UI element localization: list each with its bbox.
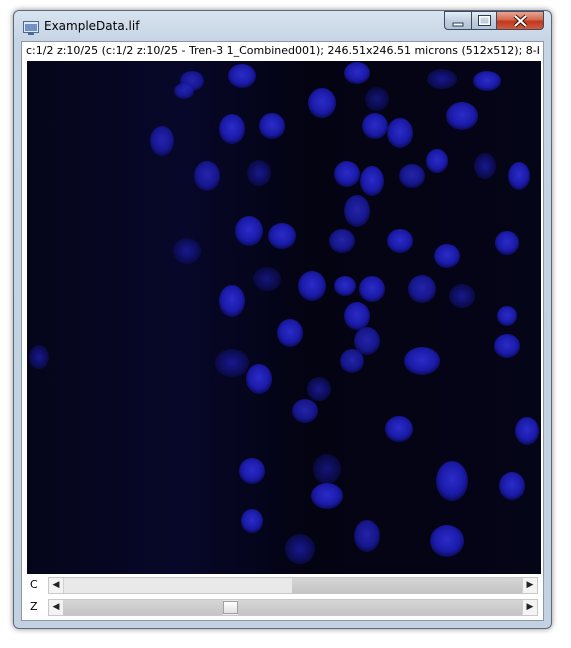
cell-nucleus [430, 525, 464, 557]
cell-nucleus [434, 244, 460, 268]
cell-nucleus [29, 345, 49, 369]
image-info-line: c:1/2 z:10/25 (c:1/2 z:10/25 - Tren-3 1_… [26, 44, 539, 57]
image-canvas[interactable] [27, 61, 541, 574]
cell-nucleus [173, 238, 201, 264]
channel-left-arrow-icon[interactable]: ◀ [49, 578, 64, 593]
cell-nucleus [446, 102, 478, 130]
z-scrollbar-thumb[interactable] [223, 601, 238, 614]
channel-scrollbar[interactable]: ◀ ▶ [48, 577, 538, 594]
channel-slider-row: C ◀ ▶ [22, 576, 545, 596]
cell-nucleus [474, 153, 496, 179]
cell-nucleus [387, 118, 413, 148]
channel-slider-label: C [30, 578, 38, 591]
maximize-icon [478, 15, 491, 26]
cell-nucleus [499, 472, 525, 500]
cell-nucleus [473, 71, 501, 91]
cell-nucleus [344, 195, 370, 227]
cell-nucleus [292, 399, 318, 423]
cell-nucleus [404, 347, 440, 375]
cell-nucleus [308, 88, 336, 118]
cell-nucleus [285, 534, 315, 564]
z-scrollbar[interactable]: ◀ ▶ [48, 599, 538, 616]
cell-nucleus [360, 166, 384, 196]
cell-nucleus [298, 271, 326, 301]
cell-nucleus [235, 216, 263, 246]
z-left-arrow-icon[interactable]: ◀ [49, 600, 64, 615]
cell-nucleus [359, 276, 385, 302]
window-title: ExampleData.lif [44, 19, 140, 33]
image-window: ExampleData.lif c:1/2 z:10/25 (c:1/2 z:1… [13, 10, 552, 629]
z-slider-label: Z [30, 600, 38, 613]
cell-nucleus [427, 69, 457, 89]
cell-nucleus [508, 162, 530, 190]
cell-nucleus [259, 113, 285, 139]
cell-nucleus [239, 458, 265, 484]
z-scrollbar-track-right[interactable] [238, 600, 522, 615]
window-client-area: c:1/2 z:10/25 (c:1/2 z:10/25 - Tren-3 1_… [21, 41, 544, 621]
cell-nucleus [246, 364, 272, 394]
cell-nucleus [215, 349, 249, 377]
cell-nucleus [344, 62, 370, 84]
cell-nucleus [329, 229, 355, 253]
cell-nucleus [241, 509, 263, 533]
cell-nucleus [194, 161, 220, 191]
cell-nucleus [495, 231, 519, 255]
maximize-button[interactable] [471, 11, 497, 30]
cell-nucleus [340, 349, 364, 373]
cell-nucleus [311, 483, 343, 509]
cell-nucleus [247, 160, 271, 186]
channel-scrollbar-track[interactable] [292, 578, 522, 593]
z-slider-row: Z ◀ ▶ [22, 598, 545, 618]
title-bar[interactable]: ExampleData.lif [14, 11, 551, 41]
minimize-button[interactable] [444, 11, 471, 30]
cell-nucleus [362, 113, 388, 139]
cell-nucleus [436, 461, 468, 501]
cell-nucleus [408, 275, 436, 303]
z-scrollbar-track-left[interactable] [63, 600, 223, 615]
cell-nucleus [334, 161, 360, 187]
cell-nucleus [494, 334, 520, 358]
cell-nucleus [174, 83, 194, 99]
cell-nucleus [253, 267, 281, 291]
cell-nucleus [387, 229, 413, 253]
cell-nucleus [313, 454, 341, 484]
cell-nucleus [354, 520, 380, 552]
cell-nucleus [426, 149, 448, 173]
channel-right-arrow-icon[interactable]: ▶ [522, 578, 537, 593]
cell-nucleus [385, 416, 413, 442]
cell-nucleus [497, 306, 517, 326]
cell-nucleus [150, 126, 174, 156]
cell-nucleus [515, 417, 539, 445]
imagej-window-icon [23, 20, 39, 35]
cell-nucleus [219, 285, 245, 317]
cell-nucleus [399, 164, 425, 188]
cell-nucleus [307, 377, 331, 401]
cell-nucleus [228, 64, 256, 88]
cell-nucleus [344, 302, 370, 330]
cell-nucleus [277, 319, 303, 347]
cell-nucleus [449, 284, 475, 308]
cell-nucleus [334, 276, 356, 296]
cell-nucleus [365, 87, 389, 111]
minimize-icon [452, 22, 464, 27]
cell-nucleus [219, 114, 245, 144]
close-icon [513, 14, 528, 28]
close-button[interactable] [497, 11, 544, 30]
z-right-arrow-icon[interactable]: ▶ [522, 600, 537, 615]
fluorescence-nuclei-image [27, 61, 541, 574]
cell-nucleus [268, 223, 296, 249]
